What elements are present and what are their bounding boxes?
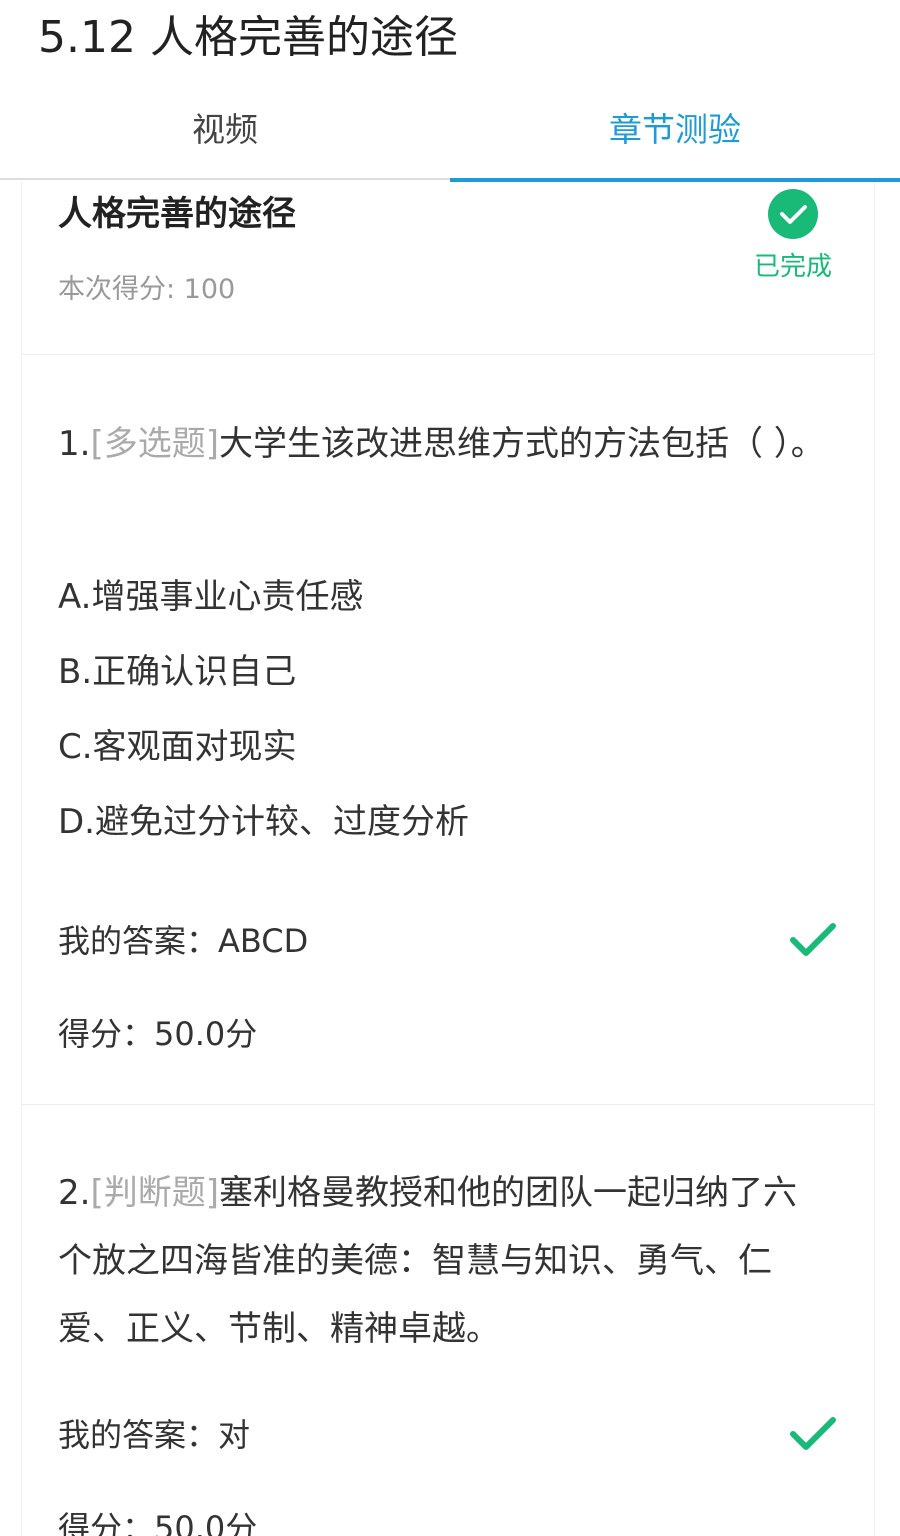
score-label: 得分： bbox=[58, 1509, 155, 1536]
option-c: C.客观面对现实 bbox=[58, 727, 297, 767]
option-b: B.正确认识自己 bbox=[58, 652, 297, 692]
question-text: 1.[多选题]大学生该改进思维方式的方法包括（ ）。 bbox=[58, 410, 828, 478]
question-item: 2.[判断题]塞利格曼教授和他的团队一起归纳了六个放之四海皆准的美德：智慧与知识… bbox=[22, 1105, 874, 1536]
quiz-content[interactable]: 人格完善的途径 本次得分: 100 已完成 1.[多选题]大学生该改进思维方式的… bbox=[21, 182, 875, 1536]
quiz-title: 人格完善的途径 bbox=[58, 194, 296, 234]
quiz-total-score: 本次得分: 100 bbox=[58, 274, 236, 305]
question-text: 2.[判断题]塞利格曼教授和他的团队一起归纳了六个放之四海皆准的美德：智慧与知识… bbox=[58, 1159, 828, 1363]
score-value: 50.0分 bbox=[154, 1015, 258, 1053]
question-body: 大学生该改进思维方式的方法包括（ ）。 bbox=[218, 424, 825, 464]
completed-status: 已完成 bbox=[753, 252, 832, 282]
score-label: 得分： bbox=[58, 1015, 155, 1053]
tab-chapter-quiz[interactable]: 章节测验 bbox=[450, 90, 900, 170]
my-answer-value: 对 bbox=[218, 1416, 251, 1454]
question-type: [多选题] bbox=[90, 424, 219, 464]
question-item: 1.[多选题]大学生该改进思维方式的方法包括（ ）。 A.增强事业心责任感 B.… bbox=[22, 354, 874, 1105]
tab-video[interactable]: 视频 bbox=[0, 90, 450, 170]
my-answer: 我的答案：ABCD bbox=[58, 916, 308, 966]
page-title: 5.12 人格完善的途径 bbox=[38, 12, 458, 63]
question-number: 1. bbox=[58, 424, 91, 464]
tab-bar: 视频 章节测验 bbox=[0, 90, 900, 184]
question-number: 2. bbox=[58, 1173, 91, 1213]
question-score: 得分：50.0分 bbox=[58, 1009, 257, 1059]
my-answer-label: 我的答案： bbox=[58, 922, 219, 960]
score-value: 50.0分 bbox=[154, 1509, 258, 1536]
my-answer-label: 我的答案： bbox=[58, 1416, 219, 1454]
option-d: D.避免过分计较、过度分析 bbox=[58, 802, 469, 842]
my-answer-value: ABCD bbox=[218, 922, 309, 960]
my-answer: 我的答案：对 bbox=[58, 1410, 250, 1460]
check-icon bbox=[788, 920, 838, 960]
check-icon bbox=[788, 1414, 838, 1454]
quiz-summary: 人格完善的途径 本次得分: 100 已完成 bbox=[22, 182, 874, 355]
question-type: [判断题] bbox=[90, 1173, 219, 1213]
option-a: A.增强事业心责任感 bbox=[58, 577, 364, 617]
check-circle-icon bbox=[768, 189, 818, 239]
question-score: 得分：50.0分 bbox=[58, 1503, 257, 1536]
